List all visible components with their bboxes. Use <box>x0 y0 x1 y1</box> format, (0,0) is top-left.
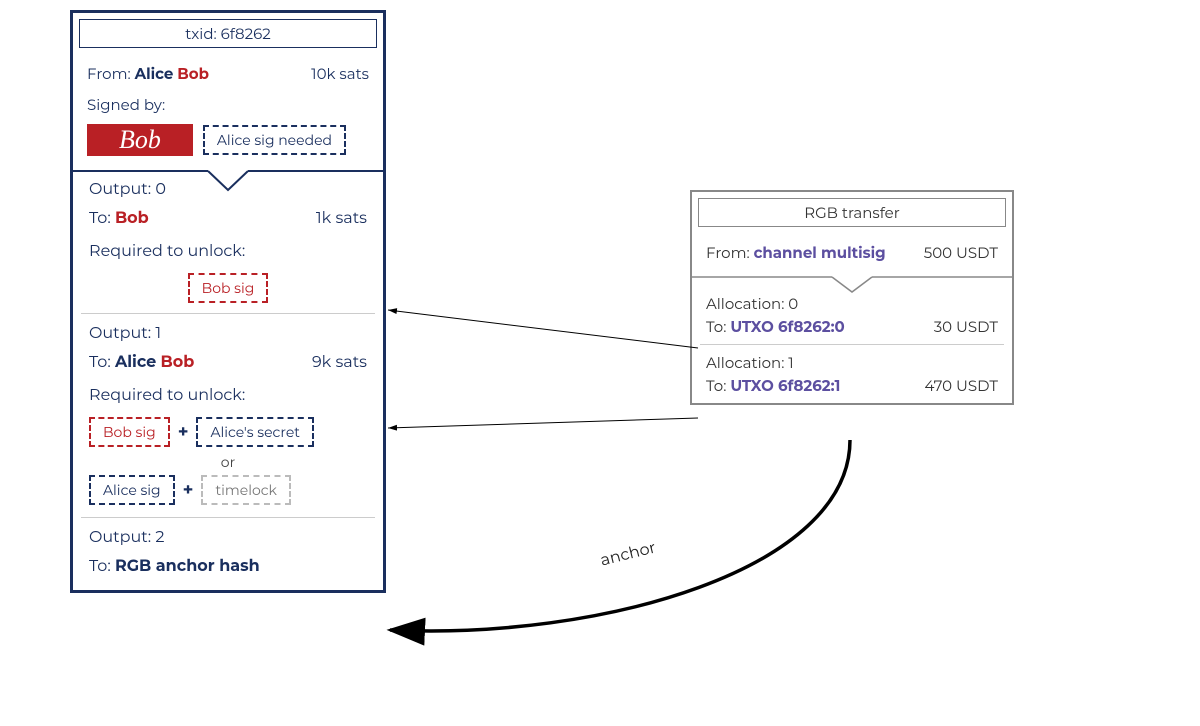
anchor-label: anchor <box>599 538 658 570</box>
allocation-0-header: Allocation: 0 <box>706 294 998 313</box>
output-2-header: Output: 2 <box>81 518 375 557</box>
output-0-bob-sig: Bob sig <box>188 273 269 303</box>
allocation-0-to-label: To: <box>706 317 726 336</box>
output-2-to-label: To: <box>89 557 111 576</box>
output-1-to-label: To: <box>89 353 111 372</box>
tx-from-row: From: Alice Bob 10k sats <box>73 54 383 89</box>
allocation-1: Allocation: 1 To: UTXO 6f8262:1 470 USDT <box>700 344 1004 403</box>
output-0-to-label: To: <box>89 209 111 228</box>
output-0-unlock-label: Required to unlock: <box>81 238 375 271</box>
txid-header: txid: 6f8262 <box>79 19 377 48</box>
output-1-to-bob: Bob <box>160 353 194 372</box>
allocation-1-header: Allocation: 1 <box>706 353 998 372</box>
rgb-from-row: From: channel multisig 500 USDT <box>692 233 1012 276</box>
signature-row: Bob Alice sig needed <box>73 120 383 170</box>
alice-sig-needed: Alice sig needed <box>203 125 346 155</box>
output-1-amount: 9k sats <box>312 353 367 372</box>
output-2-to-text: RGB anchor hash <box>115 557 260 576</box>
tx-amount: 10k sats <box>311 64 369 83</box>
allocation-1-to-label: To: <box>706 376 726 395</box>
bitcoin-tx-box: txid: 6f8262 From: Alice Bob 10k sats Si… <box>70 10 386 593</box>
rgb-transfer-box: RGB transfer From: channel multisig 500 … <box>690 190 1014 405</box>
plus-icon: + <box>183 479 194 501</box>
allocation-0-amount: 30 USDT <box>934 317 998 336</box>
output-1: Output: 1 To: Alice Bob 9k sats Required… <box>81 313 375 517</box>
rgb-title: RGB transfer <box>698 198 1006 227</box>
output-1-to-alice: Alice <box>115 353 156 372</box>
output-1-timelock: timelock <box>201 475 290 505</box>
rgb-from-name: channel multisig <box>754 243 886 262</box>
output-1-alice-secret: Alice's secret <box>196 417 314 447</box>
output-1-header: Output: 1 <box>89 324 161 343</box>
signed-by-label: Signed by: <box>73 89 383 120</box>
from-bob: Bob <box>177 64 209 83</box>
output-1-bob-sig: Bob sig <box>89 417 170 447</box>
output-0-to-name: Bob <box>115 209 149 228</box>
allocation-1-amount: 470 USDT <box>924 376 998 395</box>
allocation-0-utxo: UTXO 6f8262:0 <box>730 317 844 336</box>
output-2: Output: 2 To: RGB anchor hash <box>81 517 375 590</box>
rgb-amount: 500 USDT <box>924 243 998 262</box>
from-label: From: <box>87 64 131 83</box>
output-0-amount: 1k sats <box>316 209 367 228</box>
plus-icon: + <box>178 421 189 443</box>
output-1-alice-sig: Alice sig <box>89 475 175 505</box>
from-alice: Alice <box>135 64 174 83</box>
rgb-from-label: From: <box>706 243 750 262</box>
or-label: or <box>81 451 375 473</box>
output-1-unlock-label: Required to unlock: <box>81 382 375 415</box>
allocation-1-utxo: UTXO 6f8262:1 <box>730 376 840 395</box>
bob-signature-badge: Bob <box>87 124 193 156</box>
